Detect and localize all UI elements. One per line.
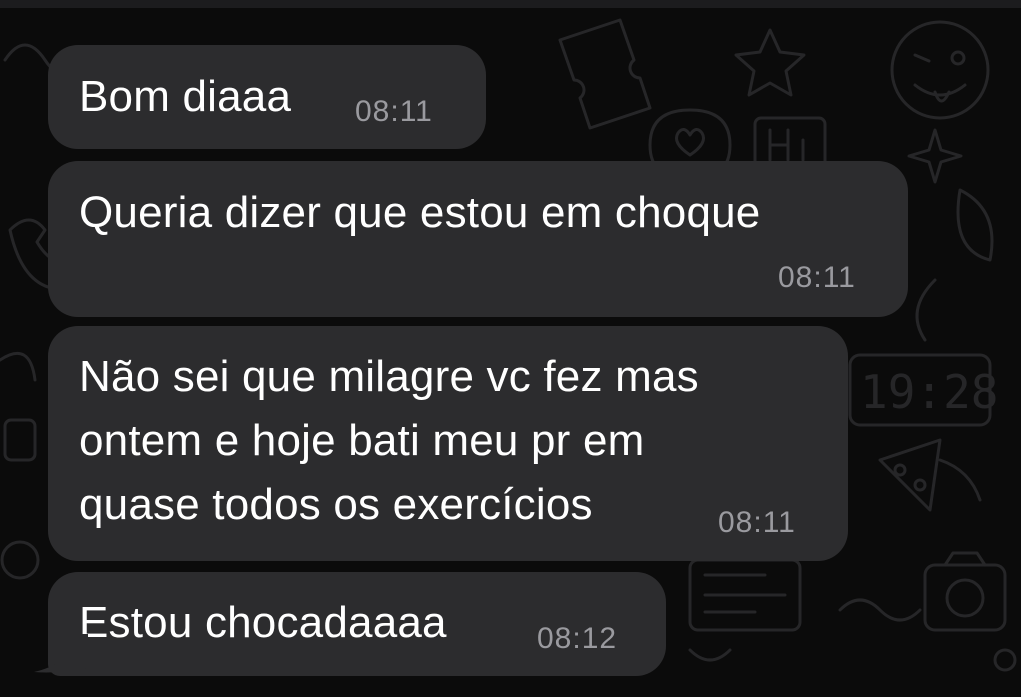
message-text-line: quase todos os exercícios: [79, 480, 593, 529]
message-timestamp: 08:11: [718, 506, 796, 539]
message-text: Bom diaaa: [79, 72, 292, 121]
bubble-tail: [34, 634, 88, 673]
message-text-line: ontem e hoje bati meu pr em: [79, 416, 645, 465]
message-timestamp: 08:11: [778, 261, 856, 294]
message-bubble[interactable]: Estou chocadaaaa 08:12: [48, 572, 666, 676]
message-bubble[interactable]: Queria dizer que estou em choque 08:11: [48, 161, 908, 317]
message-bubble[interactable]: Bom diaaa 08:11: [48, 45, 486, 149]
chat-thread: Bom diaaa 08:11 Queria dizer que estou e…: [0, 0, 1021, 697]
message-text-line: Não sei que milagre vc fez mas: [79, 352, 699, 401]
message-timestamp: 08:12: [537, 622, 618, 655]
message-text: Queria dizer que estou em choque: [79, 188, 761, 237]
message-timestamp: 08:11: [355, 95, 433, 128]
message-bubble[interactable]: Não sei que milagre vc fez mas ontem e h…: [48, 326, 848, 561]
message-text: Estou chocadaaaa: [79, 598, 447, 647]
